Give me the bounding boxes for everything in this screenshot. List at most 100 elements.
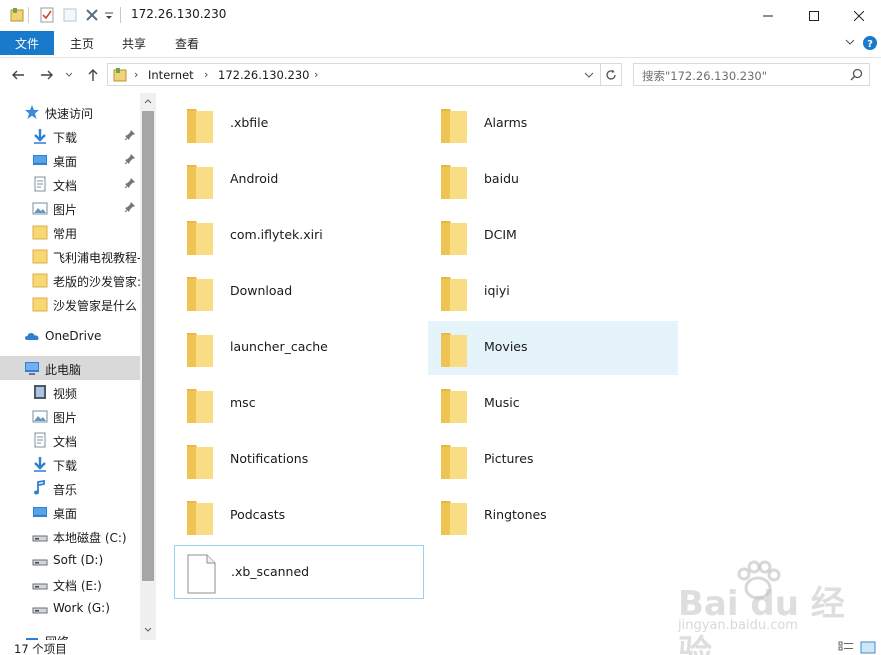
file-list[interactable]: .xbfile Alarms Android baidu com.iflytek.xir…: [156, 93, 881, 640]
tab-share[interactable]: 共享: [122, 31, 146, 55]
folder-item[interactable]: Ringtones: [428, 489, 678, 543]
search-icon[interactable]: [850, 68, 863, 81]
close-button[interactable]: [836, 0, 881, 31]
network-location-icon: [113, 68, 127, 82]
expand-ribbon-icon[interactable]: [845, 39, 855, 47]
item-name: Notifications: [230, 451, 309, 466]
nav-item[interactable]: OneDrive: [0, 324, 140, 348]
help-icon[interactable]: ?: [863, 36, 877, 50]
nav-scrollbar[interactable]: [140, 93, 156, 640]
nav-item-label: 老版的沙发管家:: [53, 275, 140, 289]
nav-item[interactable]: 网络: [0, 628, 140, 640]
nav-item[interactable]: 下载: [0, 124, 140, 148]
folder-item[interactable]: DCIM: [428, 209, 678, 263]
breadcrumb-separator-icon: ›: [134, 68, 139, 81]
nav-scroll-thumb[interactable]: [142, 111, 154, 581]
folder-item[interactable]: baidu: [428, 153, 678, 207]
nav-item-label: 桌面: [53, 507, 78, 521]
scroll-up-icon[interactable]: [144, 98, 152, 104]
nav-item[interactable]: 此电脑: [0, 356, 140, 380]
nav-item[interactable]: 桌面: [0, 500, 140, 524]
nav-item[interactable]: Work (G:): [0, 596, 140, 620]
folder-item[interactable]: Notifications: [174, 433, 424, 487]
item-name: Pictures: [484, 451, 534, 466]
nav-item[interactable]: 图片: [0, 196, 140, 220]
forward-button[interactable]: [38, 66, 56, 84]
ribbon: 文件 主页 共享 查看 ?: [0, 31, 881, 58]
back-button[interactable]: [9, 66, 27, 84]
nav-item[interactable]: Soft (D:): [0, 548, 140, 572]
folder-item[interactable]: Music: [428, 377, 678, 431]
download-icon: [34, 457, 46, 472]
folder-item[interactable]: launcher_cache: [174, 321, 424, 375]
pin-icon[interactable]: [124, 177, 136, 189]
folder-item[interactable]: .xbfile: [174, 97, 424, 151]
nav-item[interactable]: 沙发管家是什么: [0, 292, 140, 316]
back-arrow-icon: [12, 70, 24, 80]
nav-item[interactable]: 图片: [0, 404, 140, 428]
search-input[interactable]: 搜索"172.26.130.230": [633, 63, 870, 86]
nav-item-label: Soft (D:): [53, 553, 104, 567]
folder-icon: [441, 165, 467, 199]
properties-icon[interactable]: [9, 7, 25, 23]
folder-icon: [187, 109, 213, 143]
recent-locations-button[interactable]: [63, 66, 75, 84]
delete-icon[interactable]: [84, 7, 100, 23]
drive-icon: [32, 559, 48, 566]
folder-item[interactable]: Download: [174, 265, 424, 319]
checklist-icon[interactable]: [39, 7, 55, 23]
nav-item[interactable]: 快速访问: [0, 100, 140, 124]
breadcrumb-separator-icon[interactable]: ›: [204, 68, 208, 81]
nav-item-label: 文档: [53, 179, 78, 193]
navigation-pane[interactable]: 快速访问 下载 桌面 文档 图片 常用 飞利浦电视教程- 老版的沙发管家: 沙发管家是什么 One…: [0, 93, 156, 640]
tab-view[interactable]: 查看: [175, 31, 199, 55]
item-name: .xbfile: [230, 115, 269, 130]
folder-item[interactable]: Android: [174, 153, 424, 207]
picture-icon: [32, 202, 48, 215]
new-folder-icon[interactable]: [62, 7, 78, 23]
maximize-button[interactable]: [791, 0, 837, 31]
folder-item[interactable]: Movies: [428, 321, 678, 375]
folder-item[interactable]: msc: [174, 377, 424, 431]
up-button[interactable]: [84, 66, 102, 84]
pin-icon[interactable]: [124, 201, 136, 213]
folder-item[interactable]: com.iflytek.xiri: [174, 209, 424, 263]
nav-item[interactable]: 音乐: [0, 476, 140, 500]
nav-item[interactable]: 文档: [0, 428, 140, 452]
file-item[interactable]: .xb_scanned: [174, 545, 424, 599]
scroll-down-icon[interactable]: [144, 627, 152, 633]
address-history-dropdown-icon[interactable]: [584, 72, 594, 79]
folder-item[interactable]: Alarms: [428, 97, 678, 151]
nav-item[interactable]: 老版的沙发管家:: [0, 268, 140, 292]
refresh-button[interactable]: [600, 63, 622, 86]
folder-item[interactable]: Pictures: [428, 433, 678, 487]
pin-icon[interactable]: [124, 153, 136, 165]
search-placeholder: 搜索"172.26.130.230": [642, 69, 768, 83]
breadcrumb-separator-icon[interactable]: ›: [314, 68, 318, 81]
item-name: Alarms: [484, 115, 528, 130]
nav-item[interactable]: 视频: [0, 380, 140, 404]
folder-icon: [187, 445, 213, 479]
nav-item[interactable]: 文档: [0, 172, 140, 196]
item-name: .xb_scanned: [231, 564, 310, 579]
nav-item[interactable]: 文档 (E:): [0, 572, 140, 596]
tab-file[interactable]: 文件: [0, 31, 54, 55]
tab-home[interactable]: 主页: [70, 31, 94, 55]
pin-icon[interactable]: [124, 129, 136, 141]
close-icon: [854, 10, 864, 21]
nav-item-label: 下载: [53, 131, 78, 145]
nav-item[interactable]: 常用: [0, 220, 140, 244]
drive-icon: [32, 607, 48, 614]
nav-item[interactable]: 桌面: [0, 148, 140, 172]
nav-item[interactable]: 本地磁盘 (C:): [0, 524, 140, 548]
folder-item[interactable]: Podcasts: [174, 489, 424, 543]
breadcrumb-host[interactable]: 172.26.130.230: [218, 68, 309, 82]
nav-item[interactable]: 飞利浦电视教程-: [0, 244, 140, 268]
minimize-button[interactable]: [745, 0, 791, 31]
customize-qa-dropdown-icon[interactable]: [104, 7, 114, 23]
item-name: DCIM: [484, 227, 517, 242]
nav-item[interactable]: 下载: [0, 452, 140, 476]
folder-item[interactable]: iqiyi: [428, 265, 678, 319]
breadcrumb-internet[interactable]: Internet: [148, 68, 194, 82]
address-bar[interactable]: › Internet › 172.26.130.230 ›: [107, 63, 601, 86]
